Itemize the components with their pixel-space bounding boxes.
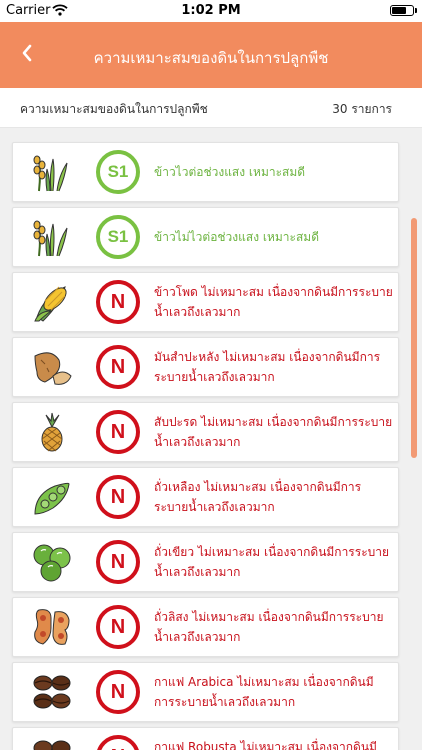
suitability-badge: N: [96, 540, 140, 584]
suitability-badge: N: [96, 670, 140, 714]
list-item[interactable]: N ถั่วเขียว ไม่เหมาะสม เนื่องจากดินมีการ…: [12, 532, 399, 592]
pineapple-icon: [31, 411, 73, 453]
crop-description: ถั่วลิสง ไม่เหมาะสม เนื่องจากดินมีการระบ…: [154, 610, 384, 644]
list-item[interactable]: N กาแฟ Arabica ไม่เหมาะสม เนื่องจากดินมี…: [12, 662, 399, 722]
cassava-icon: [31, 346, 73, 388]
navigation-bar: ความเหมาะสมของดินในการปลูกพืช: [0, 22, 422, 88]
list-item[interactable]: N สับปะรด ไม่เหมาะสม เนื่องจากดินมีการระ…: [12, 402, 399, 462]
crop-description: ถั่วเหลือง ไม่เหมาะสม เนื่องจากดินมีการร…: [154, 480, 362, 514]
coffee-bean-icon: [31, 736, 73, 750]
battery-tip: [415, 8, 417, 13]
crop-description: ข้าวไวต่อช่วงแสง เหมาะสมดี: [154, 165, 306, 179]
summary-label: ความเหมาะสมของดินในการปลูกพืช: [20, 102, 208, 116]
list-item[interactable]: N กาแฟ Robusta ไม่เหมาะสม เนื่องจากดินมี…: [12, 727, 399, 750]
list-item[interactable]: N ถั่วลิสง ไม่เหมาะสม เนื่องจากดินมีการร…: [12, 597, 399, 657]
soybean-icon: [31, 476, 73, 518]
crop-description: ถั่วเขียว ไม่เหมาะสม เนื่องจากดินมีการระ…: [154, 545, 390, 579]
suitability-badge: N: [96, 345, 140, 389]
crop-description: กาแฟ Robusta ไม่เหมาะสม เนื่องจากดินมีกา…: [154, 740, 377, 750]
suitability-badge: S1: [96, 150, 140, 194]
rice-icon: [31, 216, 73, 258]
rice-icon: [31, 151, 73, 193]
list-item[interactable]: S1 ข้าวไวต่อช่วงแสง เหมาะสมดี: [12, 142, 399, 202]
battery-icon: [390, 5, 414, 16]
suitability-badge: N: [96, 475, 140, 519]
page-title: ความเหมาะสมของดินในการปลูกพืช: [93, 49, 329, 67]
mungbean-icon: [31, 541, 73, 583]
coffee-bean-icon: [31, 671, 73, 713]
list-item[interactable]: S1 ข้าวไม่ไวต่อช่วงแสง เหมาะสมดี: [12, 207, 399, 267]
scrollbar[interactable]: [411, 218, 417, 458]
corn-icon: [31, 281, 73, 323]
status-bar: Carrier 1:02 PM: [0, 0, 422, 22]
clock: 1:02 PM: [181, 3, 241, 18]
suitability-badge: N: [96, 605, 140, 649]
list-item[interactable]: N มันสำปะหลัง ไม่เหมาะสม เนื่องจากดินมีก…: [12, 337, 399, 397]
crop-description: ข้าวโพด ไม่เหมาะสม เนื่องจากดินมีการระบา…: [154, 285, 393, 319]
suitability-badge: N: [96, 280, 140, 324]
item-count: 30 รายการ: [332, 102, 392, 116]
crop-description: ข้าวไม่ไวต่อช่วงแสง เหมาะสมดี: [154, 230, 320, 244]
crop-suitability-list[interactable]: S1 ข้าวไวต่อช่วงแสง เหมาะสมดี S1 ข้าวไม่…: [0, 128, 422, 750]
list-summary: ความเหมาะสมของดินในการปลูกพืช 30 รายการ: [0, 88, 422, 128]
crop-description: กาแฟ Arabica ไม่เหมาะสม เนื่องจากดินมีกา…: [154, 675, 374, 709]
list-item[interactable]: N ข้าวโพด ไม่เหมาะสม เนื่องจากดินมีการระ…: [12, 272, 399, 332]
peanut-icon: [31, 606, 73, 648]
suitability-badge: S1: [96, 215, 140, 259]
suitability-badge: N: [96, 735, 140, 750]
crop-description: มันสำปะหลัง ไม่เหมาะสม เนื่องจากดินมีการ…: [154, 350, 381, 384]
suitability-badge: N: [96, 410, 140, 454]
list-item[interactable]: N ถั่วเหลือง ไม่เหมาะสม เนื่องจากดินมีกา…: [12, 467, 399, 527]
crop-description: สับปะรด ไม่เหมาะสม เนื่องจากดินมีการระบา…: [154, 415, 393, 449]
